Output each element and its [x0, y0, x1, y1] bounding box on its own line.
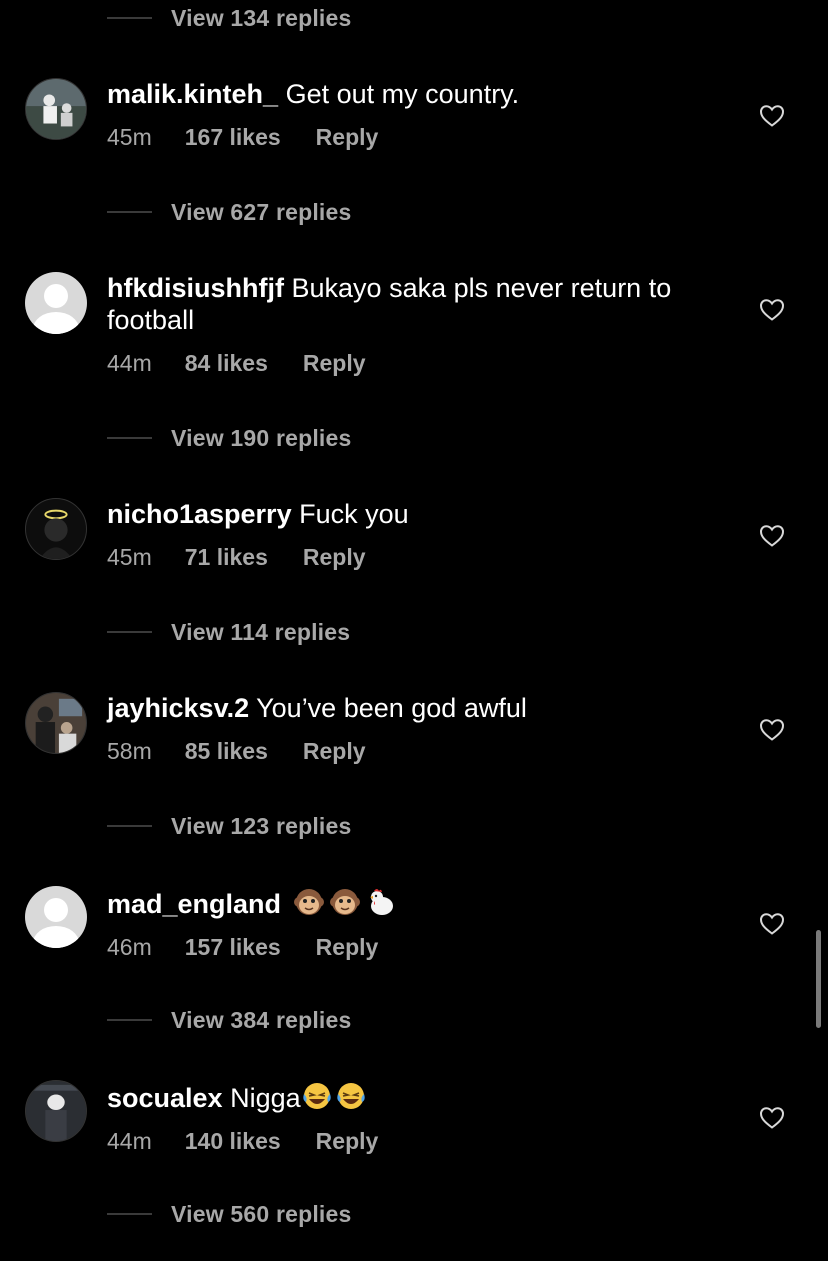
comment-time: 44m	[107, 1128, 152, 1154]
view-replies-row[interactable]: View 190 replies	[107, 420, 352, 456]
view-replies-label[interactable]: View 114 replies	[171, 619, 350, 646]
comment-username[interactable]: socualex	[107, 1083, 223, 1113]
heart-icon[interactable]	[759, 298, 785, 322]
monkey-face-emoji-icon	[329, 889, 360, 915]
comment-time: 58m	[107, 738, 152, 764]
comment-likes[interactable]: 71 likes	[185, 544, 268, 571]
comment-likes[interactable]: 140 likes	[185, 1128, 281, 1155]
reply-button[interactable]: Reply	[303, 544, 366, 571]
view-replies-label[interactable]: View 123 replies	[171, 813, 352, 840]
comment-username[interactable]: nicho1asperry	[107, 499, 292, 529]
comment-time: 45m	[107, 544, 152, 570]
replies-divider-line	[107, 17, 152, 19]
comment-time: 45m	[107, 124, 152, 150]
comment-meta: 45m 167 likes Reply	[107, 124, 717, 151]
view-replies-row[interactable]: View 123 replies	[107, 808, 352, 844]
comment-likes[interactable]: 84 likes	[185, 350, 268, 377]
comment-body: malik.kinteh_ Get out my country. 45m 16…	[107, 78, 717, 151]
comment-username[interactable]: mad_england	[107, 889, 281, 919]
comment-text-line: malik.kinteh_ Get out my country.	[107, 78, 717, 110]
comment-body: hfkdisiushhfjf Bukayo saka pls never ret…	[107, 272, 717, 377]
reply-button[interactable]: Reply	[303, 738, 366, 765]
laughing-tears-emoji-icon	[336, 1083, 365, 1109]
monkey-face-emoji-icon	[293, 889, 324, 915]
comment-text-line: jayhicksv.2 You’ve been god awful	[107, 692, 717, 724]
avatar[interactable]	[25, 272, 87, 334]
comment-text: Fuck you	[299, 499, 409, 529]
replies-divider-line	[107, 437, 152, 439]
reply-button[interactable]: Reply	[316, 124, 379, 151]
comment-likes[interactable]: 157 likes	[185, 934, 281, 961]
view-replies-row[interactable]: View 114 replies	[107, 614, 350, 650]
heart-icon[interactable]	[759, 524, 785, 548]
replies-divider-line	[107, 631, 152, 633]
reply-button[interactable]: Reply	[316, 1128, 379, 1155]
heart-icon[interactable]	[759, 1106, 785, 1130]
replies-divider-line	[107, 1213, 152, 1215]
comment-time: 46m	[107, 934, 152, 960]
laughing-tears-emoji-icon	[302, 1083, 331, 1109]
chicken-emoji-icon	[369, 889, 393, 915]
view-replies-label[interactable]: View 384 replies	[171, 1007, 352, 1034]
comment-text-line: nicho1asperry Fuck you	[107, 498, 717, 530]
comment-body: jayhicksv.2 You’ve been god awful 58m 85…	[107, 692, 717, 765]
comment-likes[interactable]: 167 likes	[185, 124, 281, 151]
comment-body: socualex Nigga 44m 140 likes Reply	[107, 1080, 717, 1155]
view-replies-label[interactable]: View 190 replies	[171, 425, 352, 452]
reply-button[interactable]: Reply	[303, 350, 366, 377]
view-replies-row[interactable]: View 560 replies	[107, 1196, 352, 1232]
heart-icon[interactable]	[759, 718, 785, 742]
replies-divider-line	[107, 825, 152, 827]
replies-divider-line	[107, 211, 152, 213]
comment-meta: 44m 140 likes Reply	[107, 1128, 717, 1155]
comment-text: You’ve been god awful	[256, 693, 527, 723]
scrollbar[interactable]	[816, 930, 821, 1028]
comment-meta: 46m 157 likes Reply	[107, 934, 717, 961]
comment-username[interactable]: malik.kinteh_	[107, 79, 278, 109]
comment-text: Get out my country.	[285, 79, 520, 109]
view-replies-row[interactable]: View 134 replies	[107, 0, 352, 36]
view-replies-row[interactable]: View 627 replies	[107, 194, 352, 230]
comment-username[interactable]: jayhicksv.2	[107, 693, 249, 723]
avatar[interactable]	[25, 886, 87, 948]
comment-body: nicho1asperry Fuck you 45m 71 likes Repl…	[107, 498, 717, 571]
comment-text: Nigga	[230, 1083, 301, 1113]
reply-button[interactable]: Reply	[316, 934, 379, 961]
heart-icon[interactable]	[759, 912, 785, 936]
comment-meta: 45m 71 likes Reply	[107, 544, 717, 571]
view-replies-label[interactable]: View 627 replies	[171, 199, 352, 226]
view-replies-row[interactable]: View 384 replies	[107, 1002, 352, 1038]
comment-text-line: mad_england	[107, 886, 717, 920]
view-replies-label[interactable]: View 560 replies	[171, 1201, 352, 1228]
avatar[interactable]	[25, 498, 87, 560]
comment-meta: 44m 84 likes Reply	[107, 350, 717, 377]
heart-icon[interactable]	[759, 104, 785, 128]
comment-text-line: socualex Nigga	[107, 1080, 717, 1114]
comment-body: mad_england 46m 157 likes Reply	[107, 886, 717, 961]
avatar[interactable]	[25, 692, 87, 754]
view-replies-label[interactable]: View 134 replies	[171, 5, 352, 32]
comment-time: 44m	[107, 350, 152, 376]
comment-likes[interactable]: 85 likes	[185, 738, 268, 765]
replies-divider-line	[107, 1019, 152, 1021]
comment-username[interactable]: hfkdisiushhfjf	[107, 273, 284, 303]
avatar[interactable]	[25, 1080, 87, 1142]
comment-text-line: hfkdisiushhfjf Bukayo saka pls never ret…	[107, 272, 717, 336]
avatar[interactable]	[25, 78, 87, 140]
comment-meta: 58m 85 likes Reply	[107, 738, 717, 765]
